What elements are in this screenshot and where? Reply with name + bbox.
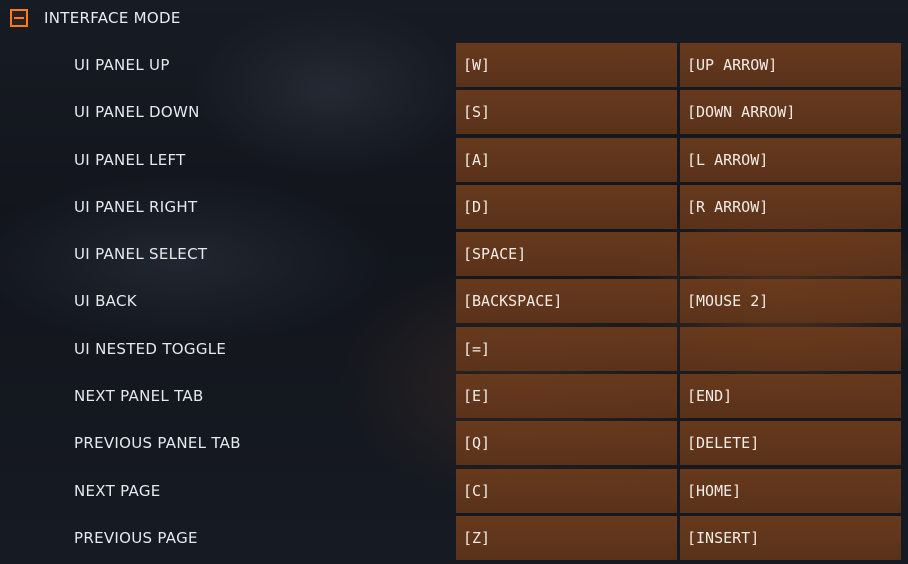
minus-bar	[14, 17, 24, 19]
action-label: UI PANEL SELECT	[74, 245, 208, 264]
secondary-binding-slot[interactable]: [HOME]	[680, 468, 901, 513]
secondary-binding-slot[interactable]: [INSERT]	[680, 515, 901, 560]
action-label: UI BACK	[74, 292, 137, 311]
minus-icon[interactable]	[10, 9, 28, 27]
secondary-binding-slot[interactable]: [MOUSE 2]	[680, 279, 901, 324]
binding-row: UI PANEL RIGHT [D] [R ARROW]	[0, 184, 908, 232]
secondary-binding-slot[interactable]	[680, 232, 901, 277]
action-label: NEXT PANEL TAB	[74, 387, 204, 406]
binding-row: UI PANEL LEFT [A] [L ARROW]	[0, 137, 908, 185]
action-label: UI PANEL RIGHT	[74, 197, 198, 216]
binding-row: PREVIOUS PAGE [Z] [INSERT]	[0, 515, 908, 563]
secondary-binding-slot[interactable]: [UP ARROW]	[680, 43, 901, 87]
primary-binding-slot[interactable]: [Z]	[456, 515, 677, 560]
secondary-binding-slot[interactable]: [DOWN ARROW]	[680, 90, 901, 135]
section-header-interface-mode[interactable]: INTERFACE MODE	[10, 6, 181, 30]
binding-row: PREVIOUS PANEL TAB [Q] [DELETE]	[0, 421, 908, 468]
binding-row: NEXT PAGE [C] [HOME]	[0, 468, 908, 516]
primary-binding-slot[interactable]: [=]	[456, 326, 677, 371]
primary-binding-slot[interactable]: [BACKSPACE]	[456, 279, 677, 324]
secondary-binding-slot[interactable]	[680, 326, 901, 371]
action-label: UI PANEL LEFT	[74, 150, 186, 169]
action-label: UI PANEL DOWN	[74, 103, 200, 122]
bindings-list: UI PANEL UP [W] [UP ARROW] UI PANEL DOWN…	[0, 43, 908, 563]
secondary-binding-slot[interactable]: [DELETE]	[680, 421, 901, 466]
action-label: NEXT PAGE	[74, 481, 161, 500]
primary-binding-slot[interactable]: [E]	[456, 374, 677, 419]
secondary-binding-slot[interactable]: [R ARROW]	[680, 184, 901, 229]
binding-row: UI PANEL DOWN [S] [DOWN ARROW]	[0, 90, 908, 137]
primary-binding-slot[interactable]: [C]	[456, 468, 677, 513]
binding-row: NEXT PANEL TAB [E] [END]	[0, 374, 908, 421]
primary-binding-slot[interactable]: [S]	[456, 90, 677, 135]
secondary-binding-slot[interactable]: [L ARROW]	[680, 137, 901, 182]
secondary-binding-slot[interactable]: [END]	[680, 374, 901, 419]
binding-row: UI PANEL UP [W] [UP ARROW]	[0, 43, 908, 90]
action-label: PREVIOUS PAGE	[74, 528, 198, 547]
action-label: UI NESTED TOGGLE	[74, 339, 227, 358]
primary-binding-slot[interactable]: [D]	[456, 184, 677, 229]
binding-row: UI NESTED TOGGLE [=]	[0, 326, 908, 374]
primary-binding-slot[interactable]: [W]	[456, 43, 677, 87]
section-title: INTERFACE MODE	[44, 9, 181, 27]
action-label: PREVIOUS PANEL TAB	[74, 434, 241, 453]
primary-binding-slot[interactable]: [Q]	[456, 421, 677, 466]
binding-row: UI BACK [BACKSPACE] [MOUSE 2]	[0, 279, 908, 326]
primary-binding-slot[interactable]: [SPACE]	[456, 232, 677, 277]
binding-row: UI PANEL SELECT [SPACE]	[0, 232, 908, 279]
action-label: UI PANEL UP	[74, 56, 170, 74]
primary-binding-slot[interactable]: [A]	[456, 137, 677, 182]
